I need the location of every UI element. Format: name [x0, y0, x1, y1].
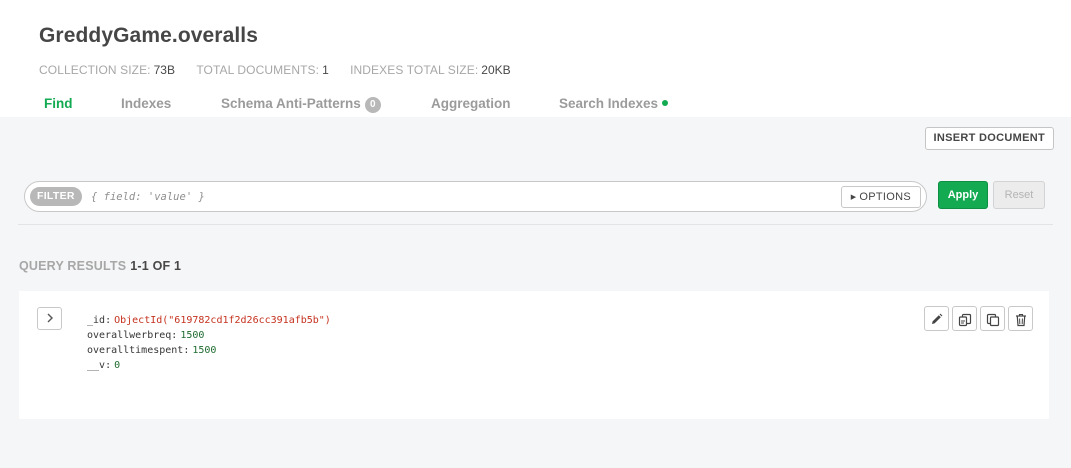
- document-actions: [921, 306, 1033, 331]
- document-field-row[interactable]: __v: 0: [87, 358, 331, 373]
- query-results-heading: QUERY RESULTS 1-1 OF 1: [19, 259, 181, 273]
- copy-icon: [958, 313, 971, 326]
- caret-right-icon: ▶: [850, 194, 857, 201]
- document-field-row[interactable]: overalltimespent: 1500: [87, 343, 331, 358]
- pencil-icon: [932, 313, 943, 324]
- tab-indexes[interactable]: Indexes: [121, 96, 171, 111]
- tab-schema-anti-patterns[interactable]: Schema Anti-Patterns 0: [221, 96, 381, 113]
- field-colon: :: [183, 345, 190, 356]
- field-value: 1500: [180, 330, 205, 341]
- tab-label: Schema Anti-Patterns: [221, 96, 361, 111]
- clone-icon: [986, 313, 999, 326]
- query-results-range: 1-1 OF 1: [130, 259, 182, 273]
- tab-aggregation[interactable]: Aggregation: [431, 96, 511, 111]
- options-label: OPTIONS: [859, 191, 911, 203]
- collection-header: GreddyGame.overalls COLLECTION SIZE: 73B …: [0, 0, 1071, 117]
- document-fields: _id: ObjectId("619782cd1f2d26cc391afb5b")…: [87, 313, 331, 373]
- stat-label-indexes-size: INDEXES TOTAL SIZE:: [350, 63, 479, 77]
- apply-button[interactable]: Apply: [938, 181, 988, 209]
- tab-find[interactable]: Find: [44, 96, 73, 111]
- options-button[interactable]: ▶ OPTIONS: [840, 186, 921, 208]
- documents-workspace: INSERT DOCUMENT FILTER ▶OPTIONS Apply Re…: [0, 117, 1071, 468]
- divider: [18, 224, 1053, 225]
- field-colon: :: [105, 315, 112, 326]
- trash-icon: [1015, 313, 1026, 326]
- page-title: GreddyGame.overalls: [39, 24, 259, 47]
- insert-document-button[interactable]: INSERT DOCUMENT: [924, 127, 1054, 150]
- stat-value-total-documents: 1: [322, 63, 329, 77]
- stat-label-total-documents: TOTAL DOCUMENTS:: [196, 63, 320, 77]
- tab-label: Aggregation: [431, 96, 511, 111]
- document-field-row[interactable]: overallwerbreq: 1500: [87, 328, 331, 343]
- query-results-label: QUERY RESULTS: [19, 259, 127, 273]
- expand-document-button[interactable]: [37, 307, 62, 330]
- field-colon: :: [105, 360, 112, 371]
- tab-label: Find: [44, 96, 73, 111]
- field-key: overalltimespent: [87, 345, 184, 356]
- edit-document-button[interactable]: [924, 306, 949, 331]
- copy-document-button[interactable]: [952, 306, 977, 331]
- tab-bar: Find Indexes Schema Anti-Patterns 0 Aggre…: [0, 90, 1071, 117]
- field-value: ObjectId("619782cd1f2d26cc391afb5b"): [114, 315, 331, 326]
- field-key: _id: [87, 315, 106, 326]
- document-card: _id: ObjectId("619782cd1f2d26cc391afb5b")…: [19, 291, 1049, 419]
- stat-value-collection-size: 73B: [153, 63, 175, 77]
- tab-label: Indexes: [121, 96, 172, 111]
- filter-label-pill: FILTER: [30, 187, 82, 206]
- clone-document-button[interactable]: [980, 306, 1005, 331]
- field-colon: :: [171, 330, 178, 341]
- status-dot-icon: [662, 100, 669, 106]
- tab-search-indexes[interactable]: Search Indexes: [559, 96, 669, 111]
- stat-value-indexes-size: 20KB: [481, 63, 511, 77]
- filter-input[interactable]: [91, 186, 831, 208]
- field-key: __v: [87, 360, 106, 371]
- tab-label: Search Indexes: [559, 96, 659, 111]
- tab-count-badge: 0: [364, 97, 381, 113]
- field-key: overallwerbreq: [87, 330, 172, 341]
- delete-document-button[interactable]: [1008, 306, 1033, 331]
- field-value: 0: [114, 360, 121, 371]
- filter-bar: FILTER ▶OPTIONS: [24, 181, 927, 212]
- collection-stats: COLLECTION SIZE: 73B TOTAL DOCUMENTS: 1 IN…: [39, 63, 529, 77]
- chevron-right-icon: [47, 313, 53, 322]
- document-field-row[interactable]: _id: ObjectId("619782cd1f2d26cc391afb5b"): [87, 313, 331, 328]
- reset-button[interactable]: Reset: [993, 181, 1045, 209]
- stat-label-collection-size: COLLECTION SIZE:: [39, 63, 151, 77]
- field-value: 1500: [192, 345, 217, 356]
